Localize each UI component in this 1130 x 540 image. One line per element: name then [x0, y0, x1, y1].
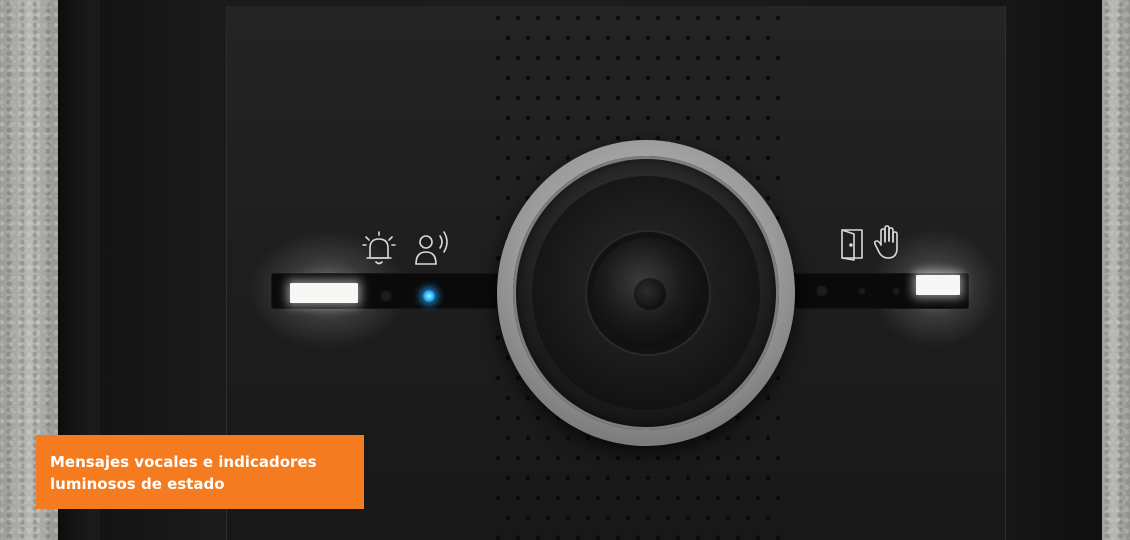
intercom-photo: Mensajes vocales e indicadores luminosos…	[0, 0, 1130, 540]
status-light-left	[290, 283, 358, 303]
led-hand	[858, 287, 866, 295]
stone-wall-right	[1098, 0, 1130, 540]
camera-pupil	[634, 278, 666, 310]
caption-line-2: luminosos de estado	[50, 475, 225, 493]
person-speaking-icon	[412, 228, 452, 270]
caption-line-1: Mensajes vocales e indicadores	[50, 453, 317, 471]
led-speech-active	[423, 290, 435, 302]
hand-stop-icon	[872, 224, 902, 262]
led-extra	[892, 287, 900, 295]
door-open-icon	[838, 226, 866, 262]
led-bell	[380, 290, 392, 302]
bell-ringing-icon	[360, 228, 398, 268]
caption-box: Mensajes vocales e indicadores luminosos…	[36, 435, 364, 509]
led-door	[816, 285, 828, 297]
status-light-right	[916, 275, 960, 295]
panel-bevel-right	[1006, 0, 1102, 540]
